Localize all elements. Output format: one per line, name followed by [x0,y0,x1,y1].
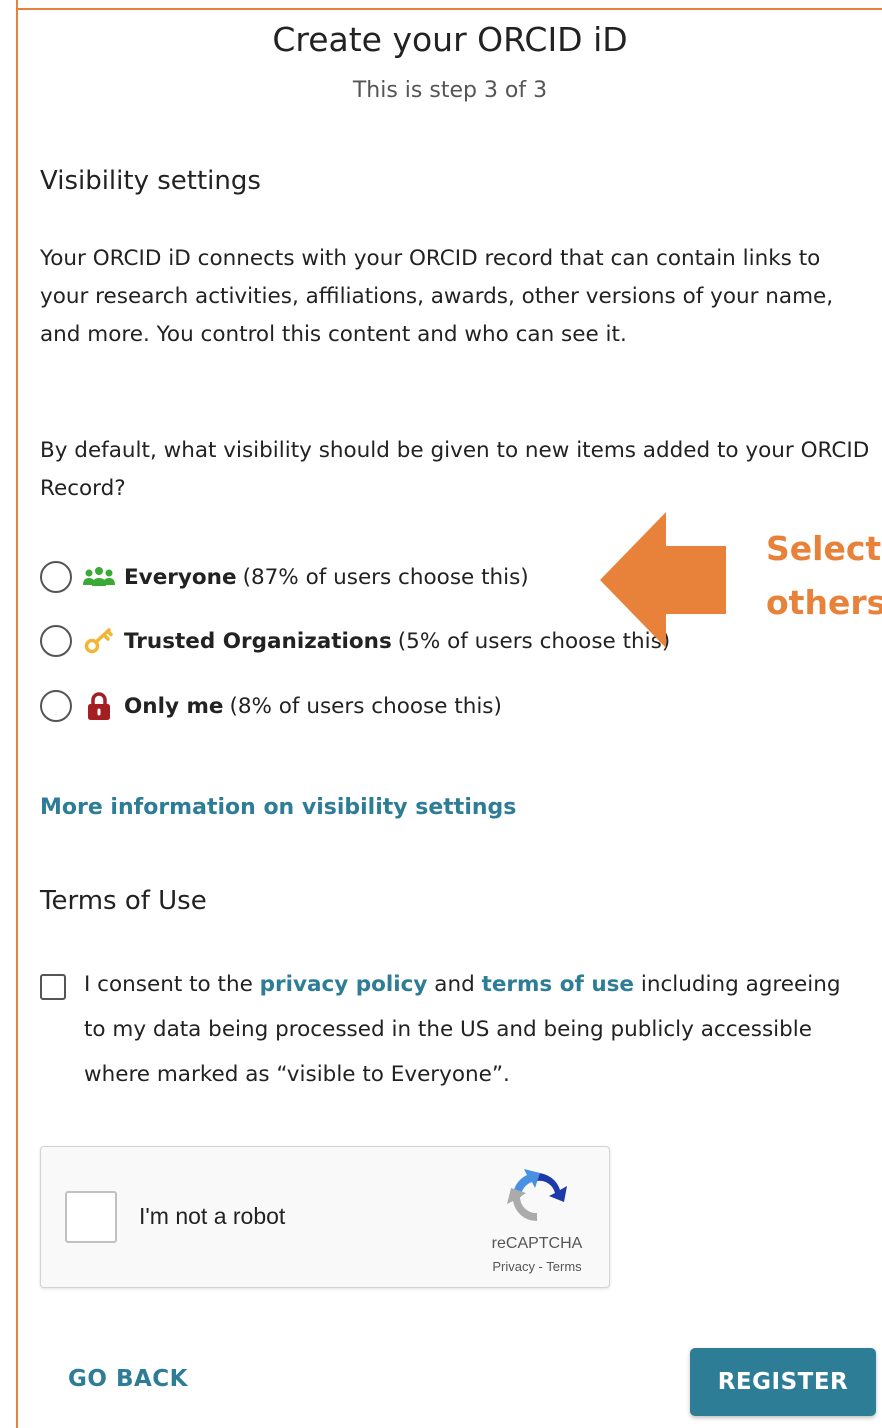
recaptcha-label: I'm not a robot [139,1203,286,1229]
visibility-intro: Your ORCID iD connects with your ORCID r… [40,246,834,347]
go-back-button[interactable]: GO BACK [68,1366,188,1392]
page-title: Create your ORCID iD [272,20,628,59]
orange-frame-left [16,0,18,1428]
terms-heading: Terms of Use [40,886,207,916]
option-label-trusted: Trusted Organizations [124,628,392,654]
orange-frame-top [16,8,882,10]
option-label-only-me: Only me [124,693,224,719]
step-indicator: This is step 3 of 3 [352,78,548,103]
visibility-option-everyone[interactable]: Everyone (87% of users choose this) [40,557,529,597]
more-info-visibility-link[interactable]: More information on visibility settings [40,795,516,820]
key-icon [82,625,116,657]
visibility-heading: Visibility settings [40,166,261,196]
privacy-policy-link[interactable]: privacy policy [260,972,428,997]
annotation-text: Select others [766,516,882,632]
register-button[interactable]: REGISTER [690,1348,876,1416]
radio-everyone[interactable] [40,561,72,593]
people-icon [82,561,116,593]
recaptcha-logo-icon [507,1169,567,1222]
option-label-everyone: Everyone [124,564,237,590]
recaptcha-widget: I'm not a robot reCAPTCHA Privacy - Term… [40,1146,610,1288]
recaptcha-privacy-terms[interactable]: Privacy - Terms [461,1259,613,1274]
recaptcha-brand: reCAPTCHA [491,1235,583,1252]
option-note-only-me: (8% of users choose this) [229,693,502,719]
consent-checkbox[interactable] [40,974,66,1000]
annotation-line-1: Select [766,529,882,568]
lock-icon [82,690,116,722]
consent-row: I consent to the privacy policy and term… [40,962,860,1097]
radio-only-me[interactable] [40,690,72,722]
annotation-line-2: others [766,583,882,622]
option-note-everyone: (87% of users choose this) [242,564,529,590]
radio-trusted[interactable] [40,625,72,657]
annotation-arrow-icon [600,512,726,648]
consent-and: and [427,972,482,997]
terms-of-use-link[interactable]: terms of use [482,972,634,997]
visibility-question: By default, what visibility should be gi… [40,438,870,501]
consent-text: I consent to the privacy policy and term… [84,962,860,1097]
recaptcha-checkbox[interactable] [65,1191,117,1243]
visibility-option-only-me[interactable]: Only me (8% of users choose this) [40,686,502,726]
visibility-option-trusted[interactable]: Trusted Organizations (5% of users choos… [40,621,670,661]
consent-prefix: I consent to the [84,972,260,997]
